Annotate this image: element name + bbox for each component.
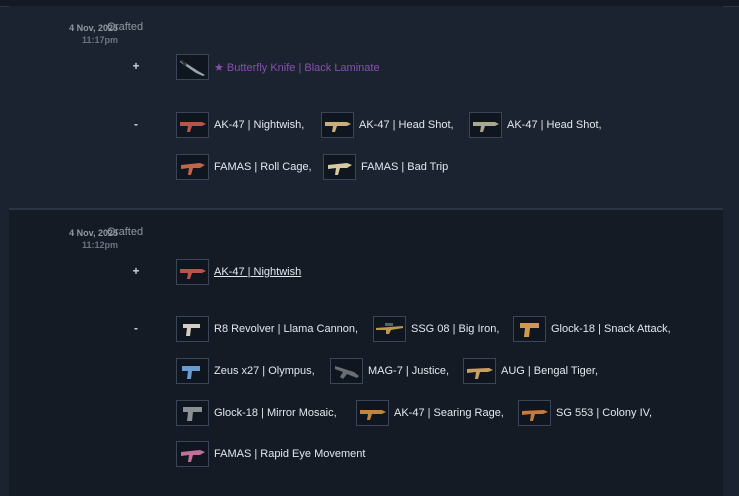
entry-date: 4 Nov, 2025 xyxy=(69,228,118,238)
knife-icon xyxy=(176,54,209,80)
pistol-icon xyxy=(176,316,209,342)
lost-item[interactable]: Zeus x27 | Olympus, xyxy=(176,357,315,385)
gained-item-label: ★ Butterfly Knife | Black Laminate xyxy=(214,61,380,74)
rifle-icon xyxy=(356,400,389,426)
entry-action: Crafted xyxy=(107,21,144,33)
rifle-icon xyxy=(176,259,209,285)
entry-action: Crafted xyxy=(107,226,144,238)
lost-item[interactable]: SSG 08 | Big Iron, xyxy=(373,315,499,343)
lost-item[interactable]: AUG | Bengal Tiger, xyxy=(463,357,598,385)
rifle-icon xyxy=(176,154,209,180)
gained-sign: + xyxy=(132,264,140,278)
lost-item-label: Glock-18 | Snack Attack, xyxy=(551,323,671,335)
rifle-icon xyxy=(323,154,356,180)
lost-item-label: FAMAS | Bad Trip xyxy=(361,161,449,173)
entry-time: 11:12pm xyxy=(81,240,118,250)
lost-item[interactable]: Glock-18 | Snack Attack, xyxy=(513,315,671,343)
lost-item-label: Glock-18 | Mirror Mosaic, xyxy=(214,407,337,419)
lost-item[interactable]: Glock-18 | Mirror Mosaic, xyxy=(176,399,337,427)
lost-item-label: AK-47 | Head Shot, xyxy=(359,119,454,131)
rifle-icon xyxy=(463,358,496,384)
rifle-icon xyxy=(176,112,209,138)
lost-item-label: Zeus x27 | Olympus, xyxy=(214,365,315,377)
lost-item[interactable]: AK-47 | Nightwish, xyxy=(176,111,304,139)
lost-item[interactable]: FAMAS | Roll Cage, xyxy=(176,153,312,181)
pistol-icon xyxy=(513,316,546,342)
lost-item-label: FAMAS | Roll Cage, xyxy=(214,161,312,173)
lost-sign: - xyxy=(134,321,138,335)
lost-item[interactable]: AK-47 | Head Shot, xyxy=(469,111,602,139)
rifle-icon xyxy=(176,441,209,467)
lost-item[interactable]: FAMAS | Rapid Eye Movement xyxy=(176,440,365,468)
lost-item[interactable]: SG 553 | Colony IV, xyxy=(518,399,652,427)
lost-item-label: FAMAS | Rapid Eye Movement xyxy=(214,448,366,460)
lost-item-label: SG 553 | Colony IV, xyxy=(556,407,653,419)
lost-item[interactable]: AK-47 | Searing Rage, xyxy=(356,399,504,427)
entry-date: 4 Nov, 2025 xyxy=(69,23,118,33)
lost-item[interactable]: AK-47 | Head Shot, xyxy=(321,111,454,139)
gained-item[interactable]: ★ Butterfly Knife | Black Laminate xyxy=(176,53,380,81)
rifle-icon xyxy=(321,112,354,138)
lost-item-label: SSG 08 | Big Iron, xyxy=(411,323,500,335)
lost-sign: - xyxy=(134,117,138,131)
lost-item-label: AUG | Bengal Tiger, xyxy=(501,365,599,377)
sniper-icon xyxy=(373,316,406,342)
pistol-icon xyxy=(176,400,209,426)
lost-item-label: AK-47 | Nightwish, xyxy=(214,119,305,131)
lost-item-label: AK-47 | Searing Rage, xyxy=(394,407,504,419)
lost-item[interactable]: FAMAS | Bad Trip xyxy=(323,153,448,181)
lost-item[interactable]: MAG-7 | Justice, xyxy=(330,357,449,385)
shotgun-icon xyxy=(330,358,363,384)
lost-item[interactable]: R8 Revolver | Llama Cannon, xyxy=(176,315,358,343)
gained-item-label: AK-47 | Nightwish xyxy=(214,266,302,278)
entry-time: 11:17pm xyxy=(81,35,118,45)
lost-item-label: AK-47 | Head Shot, xyxy=(507,119,602,131)
rifle-icon xyxy=(518,400,551,426)
gained-item[interactable]: AK-47 | Nightwish xyxy=(176,258,301,286)
pistol-icon xyxy=(176,358,209,384)
lost-item-label: MAG-7 | Justice, xyxy=(368,365,450,377)
lost-item-label: R8 Revolver | Llama Cannon, xyxy=(214,323,359,335)
rifle-icon xyxy=(469,112,502,138)
gained-sign: + xyxy=(132,59,140,73)
history-entry xyxy=(9,210,723,496)
